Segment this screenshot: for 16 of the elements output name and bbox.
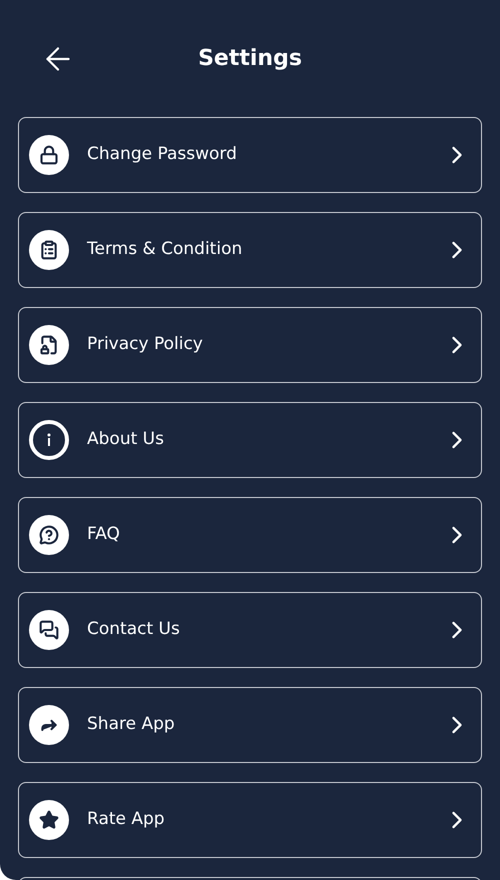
question-bubble-icon xyxy=(29,515,69,555)
clipboard-icon xyxy=(29,230,69,270)
settings-item[interactable]: Share App xyxy=(18,687,482,763)
share-icon xyxy=(29,705,69,745)
chat-bubbles-icon xyxy=(29,610,69,650)
document-icon xyxy=(29,325,69,365)
settings-item[interactable]: FAQ xyxy=(18,497,482,573)
settings-item[interactable]: Privacy Policy xyxy=(18,307,482,383)
settings-item[interactable]: Terms & Condition xyxy=(18,212,482,288)
lock-icon xyxy=(29,135,69,175)
settings-item[interactable]: Rate App xyxy=(18,782,482,858)
page-title: Settings xyxy=(198,45,302,73)
info-icon xyxy=(29,420,69,460)
settings-item[interactable]: Contact Us xyxy=(18,592,482,668)
settings-item[interactable]: About Us xyxy=(18,402,482,478)
settings-item[interactable]: Change Password xyxy=(18,117,482,193)
